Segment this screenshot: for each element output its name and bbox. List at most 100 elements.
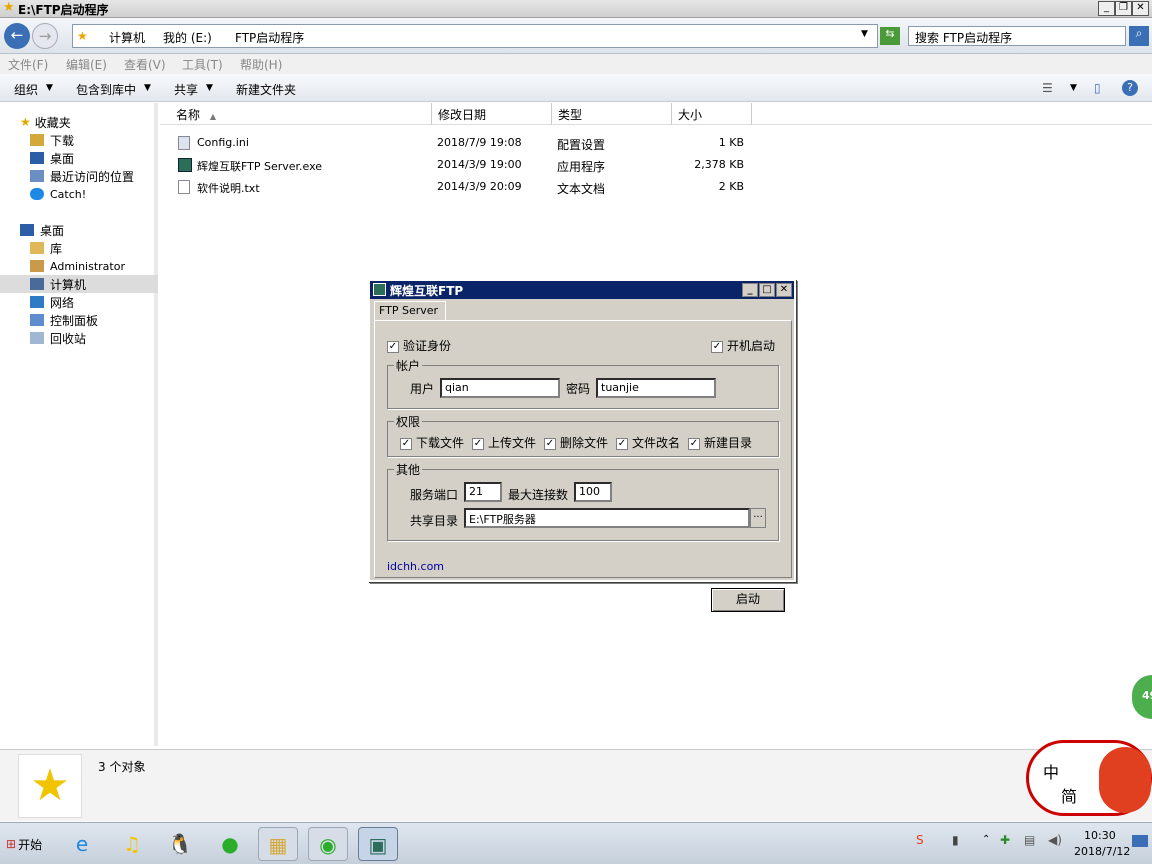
- menu-tools[interactable]: 工具(T): [182, 56, 223, 73]
- address-bar[interactable]: ★ 计算机 我的 (E:) FTP启动程序 ▼: [72, 24, 878, 48]
- tab-ftp-server[interactable]: FTP Server: [374, 301, 446, 321]
- nav-catch[interactable]: Catch!: [30, 185, 86, 203]
- crumb-folder[interactable]: FTP启动程序: [235, 29, 304, 46]
- browse-button[interactable]: ...: [750, 508, 766, 528]
- wechat-icon[interactable]: ●: [210, 827, 250, 861]
- browser-icon[interactable]: ◉: [308, 827, 348, 861]
- col-type[interactable]: 类型: [552, 103, 672, 125]
- new-folder-button[interactable]: 新建文件夹: [236, 81, 296, 98]
- star-icon: ★: [3, 0, 15, 15]
- col-name[interactable]: 名称 ▲: [170, 103, 432, 125]
- chevron-up-icon[interactable]: ⌃: [982, 834, 990, 845]
- network-tray-icon[interactable]: ▤: [1024, 833, 1035, 847]
- website-link[interactable]: idchh.com: [387, 560, 444, 573]
- text-file-icon: [178, 180, 190, 194]
- show-desktop-icon[interactable]: [1132, 835, 1148, 847]
- nav-computer[interactable]: 计算机: [0, 275, 158, 293]
- window-title: E:\FTP启动程序: [18, 3, 109, 17]
- explorer-icon[interactable]: ▦: [258, 827, 298, 861]
- perm-rename-checkbox[interactable]: ✓ 文件改名: [616, 434, 680, 451]
- star-icon: ★: [18, 754, 82, 818]
- file-row[interactable]: 辉煌互联FTP Server.exe 2014/3/9 19:00 应用程序 2…: [160, 154, 760, 176]
- col-size[interactable]: 大小: [672, 103, 752, 125]
- help-icon[interactable]: ?: [1122, 80, 1138, 96]
- search-input[interactable]: 搜索 FTP启动程序: [908, 26, 1126, 46]
- nav-administrator[interactable]: Administrator: [30, 257, 125, 275]
- nav-library[interactable]: 库: [30, 239, 62, 257]
- include-library-button[interactable]: 包含到库中: [76, 81, 136, 98]
- minimize-button[interactable]: _: [1098, 1, 1115, 16]
- autostart-checkbox[interactable]: ✓ 开机启动: [711, 337, 775, 354]
- clock-date[interactable]: 2018/7/12: [1074, 845, 1130, 858]
- nav-control-panel[interactable]: 控制面板: [30, 311, 98, 329]
- other-group: 其他 服务端口 21 最大连接数 100 共享目录 E:\FTP服务器 ...: [387, 461, 779, 541]
- chevron-down-icon[interactable]: ▼: [1070, 83, 1077, 93]
- port-input[interactable]: 21: [464, 482, 502, 502]
- back-button[interactable]: ←: [4, 23, 30, 49]
- perm-mkdir-checkbox[interactable]: ✓ 新建目录: [688, 434, 752, 451]
- dialog-maximize-button[interactable]: □: [759, 283, 775, 297]
- floating-badge[interactable]: 49: [1132, 675, 1152, 719]
- user-folder-icon: [30, 260, 44, 272]
- nav-desktop[interactable]: 桌面: [20, 221, 64, 239]
- account-group: 帐户 用户 qian 密码 tuanjie: [387, 357, 779, 409]
- menu-bar: 文件(F) 编辑(E) 查看(V) 工具(T) 帮助(H): [0, 54, 1152, 74]
- password-input[interactable]: tuanjie: [596, 378, 716, 398]
- perm-upload-checkbox[interactable]: ✓ 上传文件: [472, 434, 536, 451]
- ftp-app-icon[interactable]: ▣: [358, 827, 398, 861]
- nav-desktop-fav[interactable]: 桌面: [30, 149, 74, 167]
- tab-panel: ✓ 验证身份 ✓ 开机启动 帐户 用户 qian 密码 tuanjie 权限 ✓ 下载…: [374, 320, 792, 612]
- window-titlebar: ★ E:\FTP启动程序 _ ❐ ✕: [0, 0, 1152, 18]
- organize-button[interactable]: 组织: [14, 81, 38, 98]
- preview-pane-icon[interactable]: ▯: [1094, 81, 1101, 95]
- close-button[interactable]: ✕: [1132, 1, 1149, 16]
- nav-recent[interactable]: 最近访问的位置: [30, 167, 134, 185]
- usb-icon[interactable]: ▮: [952, 833, 959, 847]
- ime-mascot[interactable]: 中 简: [1026, 740, 1152, 816]
- chevron-down-icon: ▼: [144, 83, 151, 93]
- clock-time[interactable]: 10:30: [1084, 829, 1116, 842]
- restore-button[interactable]: ❐: [1115, 1, 1132, 16]
- start-menu-button[interactable]: ⊞ 开始: [2, 831, 46, 857]
- network-icon: [30, 296, 44, 308]
- tray-app-icon[interactable]: ✚: [1000, 833, 1010, 847]
- nav-favorites[interactable]: ★ 收藏夹: [20, 113, 71, 131]
- user-input[interactable]: qian: [440, 378, 560, 398]
- config-file-icon: [178, 136, 190, 150]
- maxconn-input[interactable]: 100: [574, 482, 612, 502]
- crumb-drive[interactable]: 我的 (E:): [163, 29, 212, 46]
- crumb-computer[interactable]: 计算机: [109, 29, 145, 46]
- menu-edit[interactable]: 编辑(E): [66, 56, 107, 73]
- dialog-minimize-button[interactable]: _: [742, 283, 758, 297]
- menu-view[interactable]: 查看(V): [124, 56, 166, 73]
- ie-icon[interactable]: e: [62, 827, 102, 861]
- perm-download-checkbox[interactable]: ✓ 下载文件: [400, 434, 464, 451]
- nav-downloads[interactable]: 下载: [30, 131, 74, 149]
- share-button[interactable]: 共享: [174, 81, 198, 98]
- maxconn-label: 最大连接数: [508, 488, 569, 502]
- menu-help[interactable]: 帮助(H): [240, 56, 282, 73]
- perm-delete-checkbox[interactable]: ✓ 删除文件: [544, 434, 608, 451]
- status-bar: ★ 3 个对象: [0, 749, 1152, 821]
- col-date[interactable]: 修改日期: [432, 103, 552, 125]
- share-dir-input[interactable]: E:\FTP服务器: [464, 508, 750, 528]
- nav-recycle-bin[interactable]: 回收站: [30, 329, 86, 347]
- chevron-down-icon[interactable]: ▼: [861, 29, 868, 39]
- menu-file[interactable]: 文件(F): [8, 56, 48, 73]
- volume-icon[interactable]: ◀): [1048, 833, 1062, 847]
- music-icon[interactable]: ♫: [112, 827, 152, 861]
- auth-checkbox[interactable]: ✓ 验证身份: [387, 337, 451, 354]
- recycle-bin-icon: [30, 332, 44, 344]
- file-row[interactable]: Config.ini 2018/7/9 19:08 配置设置 1 KB: [160, 132, 760, 154]
- dialog-titlebar: 辉煌互联FTP _ □ ✕: [370, 281, 794, 299]
- dialog-close-button[interactable]: ✕: [776, 283, 792, 297]
- qq-icon[interactable]: 🐧: [160, 827, 200, 861]
- start-button[interactable]: 启动: [711, 588, 785, 612]
- file-row[interactable]: 软件说明.txt 2014/3/9 20:09 文本文档 2 KB: [160, 176, 760, 198]
- nav-network[interactable]: 网络: [30, 293, 74, 311]
- forward-button[interactable]: →: [32, 23, 58, 49]
- refresh-icon[interactable]: ⇆: [880, 27, 900, 45]
- search-icon[interactable]: ⌕: [1129, 26, 1149, 46]
- view-options-icon[interactable]: ☰: [1042, 81, 1053, 95]
- sogou-icon[interactable]: S: [916, 833, 924, 847]
